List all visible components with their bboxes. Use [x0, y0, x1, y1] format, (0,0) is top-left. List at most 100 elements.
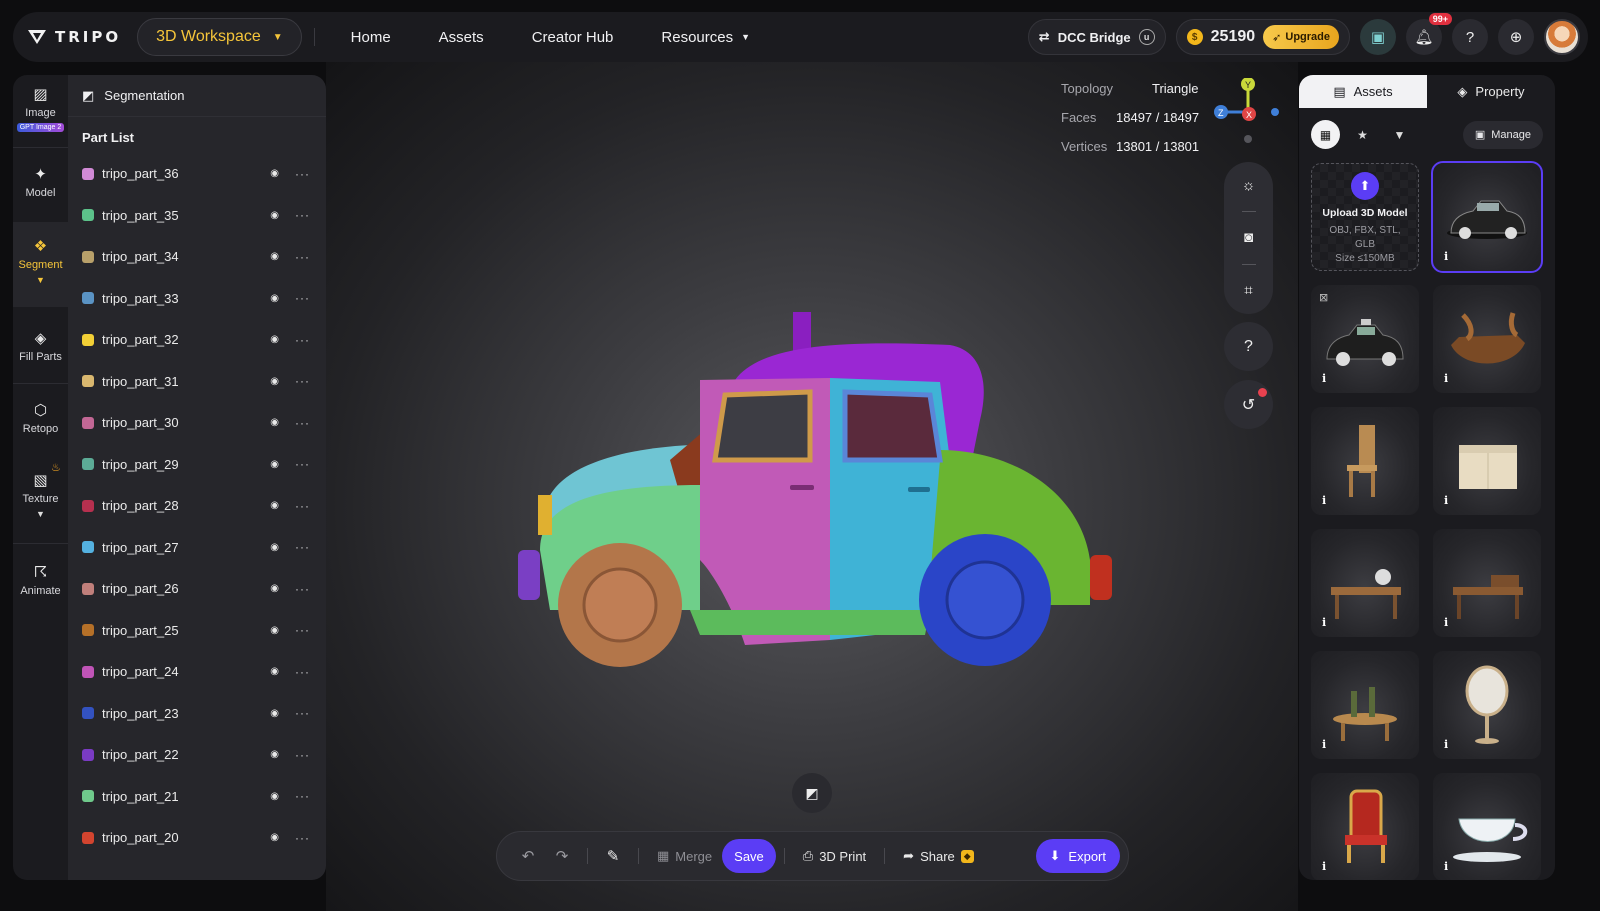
- rail-item-model[interactable]: ✦ Model: [13, 165, 68, 199]
- eye-icon[interactable]: ◉: [270, 417, 279, 428]
- part-row[interactable]: tripo_part_24 ◉ ···: [68, 651, 326, 693]
- nav-home[interactable]: Home: [327, 29, 415, 46]
- part-row[interactable]: tripo_part_36 ◉ ···: [68, 153, 326, 195]
- eye-icon[interactable]: ◉: [270, 791, 279, 802]
- eye-icon[interactable]: ◉: [270, 832, 279, 843]
- asset-thumbnail-taxi-black[interactable]: ⊠ i: [1311, 285, 1419, 393]
- more-options-icon[interactable]: ···: [295, 167, 310, 181]
- info-icon[interactable]: i: [1444, 494, 1448, 507]
- part-row[interactable]: tripo_part_28 ◉ ···: [68, 485, 326, 527]
- undo-icon[interactable]: ↶: [511, 847, 545, 865]
- brush-icon[interactable]: ✎: [596, 847, 630, 865]
- asset-thumbnail-car-black[interactable]: i: [1431, 161, 1543, 273]
- info-icon[interactable]: i: [1322, 616, 1326, 629]
- eye-icon[interactable]: ◉: [270, 542, 279, 553]
- grid-view-button[interactable]: ▦: [1311, 120, 1340, 149]
- tab-property[interactable]: ◈ Property: [1427, 75, 1555, 108]
- part-row[interactable]: tripo_part_34 ◉ ···: [68, 236, 326, 278]
- more-options-icon[interactable]: ···: [295, 208, 310, 222]
- part-row[interactable]: tripo_part_35 ◉ ···: [68, 195, 326, 237]
- part-row[interactable]: tripo_part_32 ◉ ···: [68, 319, 326, 361]
- eye-icon[interactable]: ◉: [270, 583, 279, 594]
- help-button[interactable]: ?: [1452, 19, 1488, 55]
- more-options-icon[interactable]: ···: [295, 706, 310, 720]
- part-row[interactable]: tripo_part_25 ◉ ···: [68, 610, 326, 652]
- history-button[interactable]: ↺: [1224, 380, 1273, 429]
- nav-assets[interactable]: Assets: [415, 29, 508, 46]
- more-options-icon[interactable]: ···: [295, 540, 310, 554]
- segmented-car-model[interactable]: [510, 300, 1120, 670]
- rail-item-retopo[interactable]: ⬡ Retopo: [13, 401, 68, 435]
- help-viewport-button[interactable]: ?: [1224, 322, 1273, 371]
- credits-pill[interactable]: $ 25190 ➶ Upgrade: [1175, 19, 1350, 55]
- upgrade-button[interactable]: ➶ Upgrade: [1263, 25, 1339, 49]
- eye-icon[interactable]: ◉: [270, 500, 279, 511]
- eye-icon[interactable]: ◉: [270, 376, 279, 387]
- info-icon[interactable]: i: [1322, 372, 1326, 385]
- save-button[interactable]: Save: [722, 839, 776, 873]
- more-options-icon[interactable]: ···: [295, 748, 310, 762]
- more-options-icon[interactable]: ···: [295, 333, 310, 347]
- lighting-icon[interactable]: ☼: [1242, 177, 1256, 194]
- logo[interactable]: TRIPO: [27, 28, 121, 46]
- part-row[interactable]: tripo_part_30 ◉ ···: [68, 402, 326, 444]
- share-button[interactable]: ➦ Share ◆: [893, 848, 984, 864]
- upload-3d-model-tile[interactable]: ⬆ Upload 3D Model OBJ, FBX, STL, GLB Siz…: [1311, 163, 1419, 271]
- info-icon[interactable]: i: [1444, 372, 1448, 385]
- asset-thumbnail-white-chest[interactable]: i: [1433, 407, 1541, 515]
- info-icon[interactable]: i: [1444, 616, 1448, 629]
- rail-item-animate[interactable]: ☈ Animate: [13, 563, 68, 597]
- more-options-icon[interactable]: ···: [295, 250, 310, 264]
- more-options-icon[interactable]: ···: [295, 582, 310, 596]
- dcc-bridge-button[interactable]: ⇄ DCC Bridge u: [1027, 19, 1166, 55]
- eye-icon[interactable]: ◉: [270, 251, 279, 262]
- merge-button[interactable]: ▦ Merge: [647, 848, 722, 864]
- info-icon[interactable]: i: [1444, 250, 1448, 263]
- more-options-icon[interactable]: ···: [295, 457, 310, 471]
- asset-thumbnail-table-with-bottles[interactable]: i: [1311, 651, 1419, 759]
- eye-icon[interactable]: ◉: [270, 334, 279, 345]
- more-options-icon[interactable]: ···: [295, 789, 310, 803]
- grid-icon[interactable]: ⌗: [1244, 282, 1252, 299]
- more-options-icon[interactable]: ···: [295, 831, 310, 845]
- info-icon[interactable]: i: [1322, 494, 1326, 507]
- info-icon[interactable]: i: [1322, 738, 1326, 751]
- rail-item-image[interactable]: ▨ Image GPT Image 2: [13, 85, 68, 132]
- asset-thumbnail-standing-mirror[interactable]: i: [1433, 651, 1541, 759]
- rail-item-segment[interactable]: ❖ Segment ▼: [13, 237, 68, 285]
- part-row[interactable]: tripo_part_29 ◉ ···: [68, 444, 326, 486]
- 3d-print-button[interactable]: ⎙ 3D Print: [793, 848, 876, 864]
- axis-gizmo-icon[interactable]: Y Z X: [1212, 78, 1282, 122]
- camera-icon[interactable]: ◙: [1244, 229, 1253, 246]
- part-row[interactable]: tripo_part_23 ◉ ···: [68, 693, 326, 735]
- view-cube-button[interactable]: ◩: [792, 773, 832, 813]
- eye-icon[interactable]: ◉: [270, 293, 279, 304]
- asset-thumbnail-writing-desk[interactable]: i: [1433, 529, 1541, 637]
- nav-creator-hub[interactable]: Creator Hub: [508, 29, 638, 46]
- info-icon[interactable]: i: [1444, 738, 1448, 751]
- part-row[interactable]: tripo_part_26 ◉ ···: [68, 568, 326, 610]
- more-options-icon[interactable]: ···: [295, 623, 310, 637]
- more-options-icon[interactable]: ···: [295, 374, 310, 388]
- info-icon[interactable]: i: [1322, 860, 1326, 873]
- notifications-button[interactable]: 🔔︎ 99+: [1406, 13, 1452, 55]
- redo-icon[interactable]: ↷: [545, 847, 579, 865]
- language-button[interactable]: ⊕: [1498, 19, 1534, 55]
- more-options-icon[interactable]: ···: [295, 665, 310, 679]
- asset-thumbnail-wooden-boat[interactable]: i: [1433, 285, 1541, 393]
- manage-button[interactable]: ▣ Manage: [1462, 120, 1543, 149]
- part-row[interactable]: tripo_part_27 ◉ ···: [68, 527, 326, 569]
- part-row[interactable]: tripo_part_20 ◉ ···: [68, 817, 326, 859]
- asset-thumbnail-red-throne-chair[interactable]: i: [1311, 773, 1419, 880]
- info-icon[interactable]: i: [1444, 860, 1448, 873]
- favorites-button[interactable]: ★: [1348, 120, 1377, 149]
- eye-icon[interactable]: ◉: [270, 708, 279, 719]
- eye-icon[interactable]: ◉: [270, 666, 279, 677]
- eye-icon[interactable]: ◉: [270, 168, 279, 179]
- nav-resources[interactable]: Resources ▼: [637, 29, 774, 46]
- asset-thumbnail-desk-with-globe[interactable]: i: [1311, 529, 1419, 637]
- part-row[interactable]: tripo_part_31 ◉ ···: [68, 361, 326, 403]
- export-button[interactable]: ⬇ Export: [1035, 839, 1120, 873]
- more-options-icon[interactable]: ···: [295, 416, 310, 430]
- eye-icon[interactable]: ◉: [270, 459, 279, 470]
